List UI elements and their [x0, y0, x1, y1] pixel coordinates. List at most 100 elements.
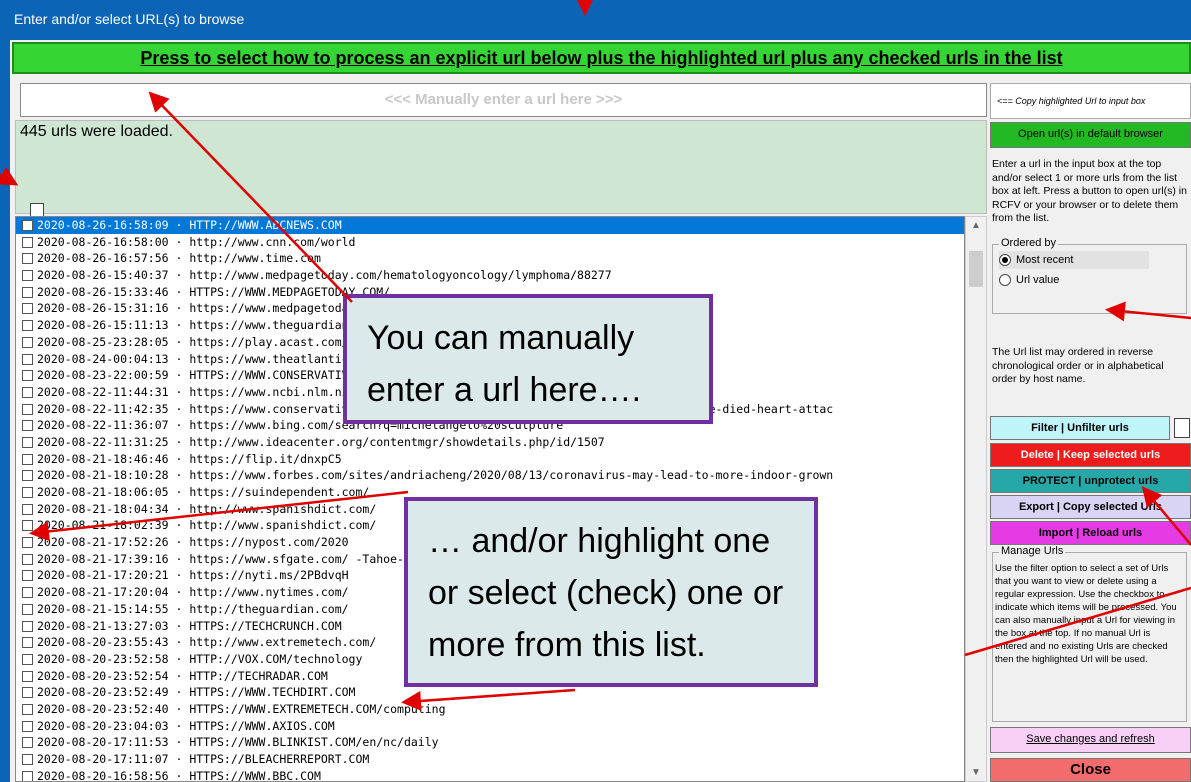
row-checkbox[interactable] — [22, 303, 33, 315]
row-checkbox[interactable] — [22, 703, 33, 715]
row-checkbox[interactable] — [22, 720, 33, 732]
row-checkbox[interactable] — [22, 336, 33, 348]
status-area: 445 urls were loaded. — [15, 120, 987, 214]
row-checkbox[interactable] — [22, 236, 33, 248]
row-checkbox[interactable] — [22, 520, 33, 532]
save-refresh-button[interactable]: Save changes and refresh — [990, 727, 1191, 753]
row-url-text: 2020-08-21-18:10:28 · https://www.forbes… — [37, 468, 834, 483]
order-url-value-radio[interactable]: Url value — [999, 271, 1059, 289]
row-url-text: 2020-08-20-23:52:49 · HTTPS://WWW.TECHDI… — [37, 685, 356, 700]
delete-button[interactable]: Delete | Keep selected urls — [990, 443, 1191, 467]
row-checkbox[interactable] — [22, 286, 33, 298]
row-checkbox[interactable] — [22, 270, 33, 282]
copy-url-button[interactable]: <== Copy highlighted Url to input box — [990, 83, 1191, 119]
row-checkbox[interactable] — [22, 220, 33, 231]
row-checkbox[interactable] — [22, 253, 33, 265]
row-checkbox[interactable] — [22, 570, 33, 582]
url-list-scrollbar[interactable]: ▲ ▼ — [965, 216, 987, 782]
protect-button[interactable]: PROTECT | unprotect urls — [990, 469, 1191, 493]
url-list-row[interactable]: 2020-08-20-17:11:07 · HTTPS://BLEACHERRE… — [16, 751, 964, 768]
loaded-count-text: 445 urls were loaded. — [20, 123, 173, 140]
row-checkbox[interactable] — [22, 653, 33, 665]
scroll-thumb[interactable] — [969, 251, 983, 287]
export-button[interactable]: Export | Copy selected Urls — [990, 495, 1191, 519]
help-text-open: Enter a url in the input box at the top … — [992, 158, 1187, 224]
row-url-text: 2020-08-21-18:46:46 · https://flip.it/dn… — [37, 451, 342, 466]
row-url-text: 2020-08-21-18:04:34 · http://www.spanish… — [37, 501, 377, 516]
url-list-row[interactable]: 2020-08-20-23:04:03 · HTTPS://WWW.AXIOS.… — [16, 718, 964, 735]
row-checkbox[interactable] — [22, 503, 33, 515]
row-url-text: 2020-08-21-15:14:55 · http://theguardian… — [37, 601, 349, 616]
filter-button[interactable]: Filter | Unfilter urls — [990, 416, 1170, 440]
row-checkbox[interactable] — [22, 737, 33, 749]
order-group: Ordered by Most recent Url value — [992, 237, 1187, 314]
help-text-order: The Url list may ordered in reverse chro… — [992, 346, 1164, 385]
order-most-recent-label: Most recent — [1016, 254, 1074, 266]
row-checkbox[interactable] — [22, 487, 33, 498]
url-list-row[interactable]: 2020-08-20-17:11:53 · HTTPS://WWW.BLINKI… — [16, 734, 964, 751]
row-url-text: 2020-08-21-18:06:05 · https://suindepend… — [37, 485, 370, 499]
url-list-row[interactable]: 2020-08-21-18:10:28 · https://www.forbes… — [16, 467, 964, 484]
row-checkbox[interactable] — [22, 553, 33, 565]
row-url-text: 2020-08-20-23:52:40 · HTTPS://WWW.EXTREM… — [37, 701, 446, 716]
row-checkbox[interactable] — [22, 670, 33, 682]
url-list-row[interactable]: 2020-08-26-16:58:09 · HTTP://WWW.ABCNEWS… — [16, 217, 964, 234]
row-url-text: 2020-08-21-13:27:03 · HTTPS://TECHCRUNCH… — [37, 618, 342, 633]
select-all-checkbox[interactable] — [30, 203, 44, 217]
row-checkbox[interactable] — [22, 687, 33, 699]
url-list-row[interactable]: 2020-08-26-15:40:37 · http://www.medpage… — [16, 267, 964, 284]
row-url-text: 2020-08-26-15:33:46 · HTTPS://WWW.MEDPAG… — [37, 284, 391, 299]
row-checkbox[interactable] — [22, 603, 33, 615]
row-url-text: 2020-08-21-17:20:04 · http://www.nytimes… — [37, 585, 349, 600]
url-list-row[interactable]: 2020-08-20-16:58:56 · HTTPS://WWW.BBC.CO… — [16, 768, 964, 782]
row-checkbox[interactable] — [22, 537, 33, 549]
close-button[interactable]: Close — [990, 758, 1191, 782]
row-url-text: 2020-08-21-17:20:21 · https://nyti.ms/2P… — [37, 568, 349, 583]
order-url-value-label: Url value — [1016, 274, 1060, 286]
row-url-text: 2020-08-21-17:39:16 · https://www.sfgate… — [37, 551, 404, 566]
process-urls-button[interactable]: Press to select how to process an explic… — [12, 42, 1191, 74]
url-list-row[interactable]: 2020-08-20-23:52:40 · HTTPS://WWW.EXTREM… — [16, 701, 964, 718]
row-checkbox[interactable] — [22, 370, 33, 382]
url-list-row[interactable]: 2020-08-26-16:58:00 · http://www.cnn.com… — [16, 234, 964, 251]
url-list-row[interactable]: 2020-08-22-11:31:25 · http://www.ideacen… — [16, 434, 964, 451]
row-checkbox[interactable] — [22, 470, 33, 482]
row-checkbox[interactable] — [22, 436, 33, 448]
order-group-title: Ordered by — [999, 237, 1059, 249]
row-url-text: 2020-08-20-17:11:53 · HTTPS://WWW.BLINKI… — [37, 735, 439, 750]
row-url-text: 2020-08-20-16:58:56 · HTTPS://WWW.BBC.CO… — [37, 768, 321, 782]
row-checkbox[interactable] — [22, 620, 33, 632]
scroll-up-arrow-icon[interactable]: ▲ — [966, 220, 986, 231]
row-checkbox[interactable] — [22, 386, 33, 398]
row-checkbox[interactable] — [22, 770, 33, 781]
filter-checkbox[interactable] — [1174, 418, 1190, 438]
order-most-recent-radio[interactable]: Most recent — [999, 251, 1149, 269]
row-url-text: 2020-08-20-23:52:54 · HTTP://TECHRADAR.C… — [37, 668, 328, 683]
row-url-text: 2020-08-21-18:02:39 · http://www.spanish… — [37, 518, 377, 533]
row-url-text: 2020-08-22-11:44:31 · https://www.ncbi.n… — [37, 384, 391, 399]
row-checkbox[interactable] — [22, 403, 33, 415]
row-checkbox[interactable] — [22, 453, 33, 465]
row-checkbox[interactable] — [22, 754, 33, 765]
manual-url-input[interactable]: <<< Manually enter a url here >>> — [20, 83, 987, 117]
import-button[interactable]: Import | Reload urls — [990, 521, 1191, 545]
row-checkbox[interactable] — [22, 320, 33, 332]
url-list-row[interactable]: 2020-08-26-16:57:56 · http://www.time.co… — [16, 250, 964, 267]
scroll-down-arrow-icon[interactable]: ▼ — [966, 767, 986, 778]
row-checkbox[interactable] — [22, 637, 33, 649]
manage-group-title: Manage Urls — [999, 545, 1066, 557]
row-url-text: 2020-08-20-23:04:03 · HTTPS://WWW.AXIOS.… — [37, 718, 335, 733]
annotation-callout-list: … and/or highlight one or select (check)… — [404, 497, 818, 687]
window-title: Enter and/or select URL(s) to browse — [14, 11, 245, 27]
row-url-text: 2020-08-20-23:55:43 · http://www.extreme… — [37, 635, 377, 650]
url-list-row[interactable]: 2020-08-21-18:46:46 · https://flip.it/dn… — [16, 451, 964, 468]
row-url-text: 2020-08-26-15:40:37 · http://www.medpage… — [37, 268, 612, 283]
open-url-button[interactable]: Open url(s) in default browser — [990, 122, 1191, 148]
row-checkbox[interactable] — [22, 420, 33, 432]
row-url-text: 2020-08-26-16:58:09 · HTTP://WWW.ABCNEWS… — [37, 218, 342, 232]
row-checkbox[interactable] — [22, 587, 33, 599]
row-checkbox[interactable] — [22, 353, 33, 365]
row-url-text: 2020-08-20-23:52:58 · HTTP://VOX.COM/tec… — [37, 651, 363, 666]
radio-unselected-icon — [999, 274, 1011, 287]
annotation-callout-manual-entry: You can manually enter a url here…. — [343, 294, 713, 424]
